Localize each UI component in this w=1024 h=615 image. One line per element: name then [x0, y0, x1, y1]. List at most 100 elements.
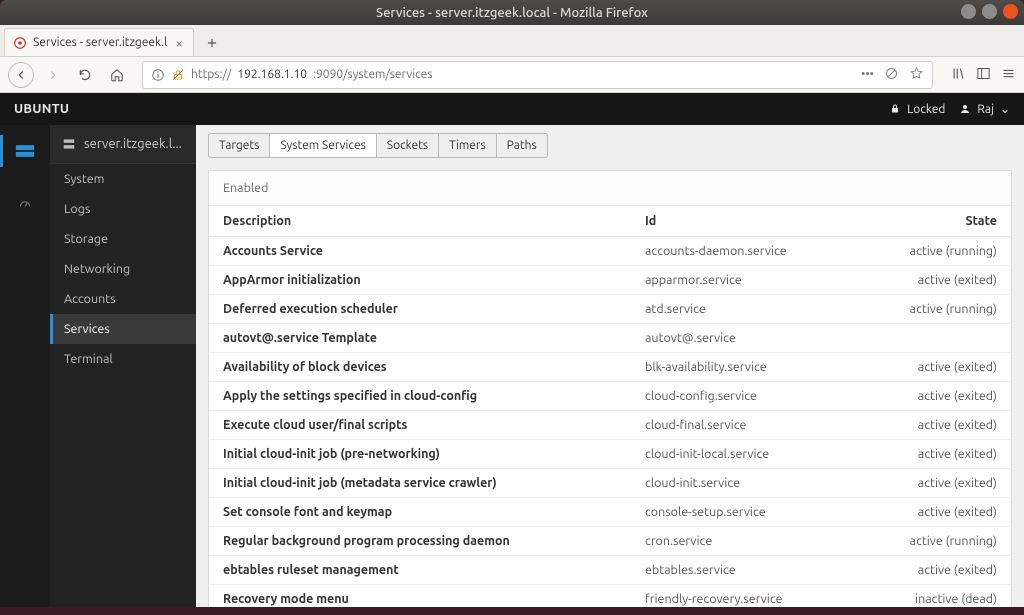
- th-description[interactable]: Description: [209, 206, 631, 237]
- service-state: active (exited): [891, 556, 1011, 585]
- service-id: autovt@.service: [631, 324, 891, 353]
- sidebar-host-label: server.itzgeek.l...: [84, 137, 182, 151]
- rail-dashboard-item[interactable]: [0, 187, 50, 219]
- service-type-tabs: TargetsSystem ServicesSocketsTimersPaths: [196, 125, 1024, 158]
- reload-button[interactable]: [72, 62, 98, 88]
- service-row[interactable]: Initial cloud-init job (pre-networking)c…: [209, 440, 1011, 469]
- sidebar-item-services[interactable]: Services: [50, 314, 196, 344]
- reader-mode-icon[interactable]: [884, 66, 899, 84]
- window-titlebar: Services - server.itzgeek.local - Mozill…: [0, 0, 1024, 25]
- service-row[interactable]: Recovery mode menufriendly-recovery.serv…: [209, 585, 1011, 608]
- home-button[interactable]: [104, 62, 130, 88]
- th-id[interactable]: Id: [631, 206, 891, 237]
- library-icon[interactable]: [951, 66, 966, 84]
- sidebar-item-system[interactable]: System: [50, 164, 196, 194]
- tab-sockets[interactable]: Sockets: [377, 133, 439, 158]
- host-server-icon: [62, 137, 76, 151]
- service-description: Apply the settings specified in cloud-co…: [209, 382, 631, 411]
- service-row[interactable]: Deferred execution scheduleratd.servicea…: [209, 295, 1011, 324]
- bookmark-star-icon[interactable]: [909, 66, 924, 84]
- service-description: autovt@.service Template: [209, 324, 631, 353]
- sidebar-item-accounts[interactable]: Accounts: [50, 284, 196, 314]
- service-description: ebtables ruleset management: [209, 556, 631, 585]
- service-row[interactable]: AppArmor initializationapparmor.servicea…: [209, 266, 1011, 295]
- service-row[interactable]: Apply the settings specified in cloud-co…: [209, 382, 1011, 411]
- service-id: cron.service: [631, 527, 891, 556]
- service-description: Recovery mode menu: [209, 585, 631, 608]
- window-minimize-button[interactable]: [961, 4, 976, 19]
- service-row[interactable]: Initial cloud-init job (metadata service…: [209, 469, 1011, 498]
- service-row[interactable]: Set console font and keymapconsole-setup…: [209, 498, 1011, 527]
- tab-paths[interactable]: Paths: [497, 133, 548, 158]
- service-row[interactable]: Accounts Serviceaccounts-daemon.servicea…: [209, 237, 1011, 266]
- service-description: AppArmor initialization: [209, 266, 631, 295]
- forward-button[interactable]: [40, 62, 66, 88]
- gauge-icon: [15, 196, 35, 210]
- service-row[interactable]: autovt@.service Templateautovt@.service: [209, 324, 1011, 353]
- service-state: active (exited): [891, 266, 1011, 295]
- user-icon: [959, 103, 971, 115]
- back-button[interactable]: [8, 62, 34, 88]
- sidebar-item-storage[interactable]: Storage: [50, 224, 196, 254]
- chevron-down-icon: ⌄: [1000, 102, 1010, 116]
- service-description: Initial cloud-init job (pre-networking): [209, 440, 631, 469]
- service-row[interactable]: Availability of block devicesblk-availab…: [209, 353, 1011, 382]
- service-description: Deferred execution scheduler: [209, 295, 631, 324]
- window-title: Services - server.itzgeek.local - Mozill…: [376, 6, 648, 20]
- url-bar[interactable]: https://192.168.1.10:9090/system/service…: [142, 61, 933, 89]
- th-state[interactable]: State: [891, 206, 1011, 237]
- service-row[interactable]: Regular background program processing da…: [209, 527, 1011, 556]
- sidebar-toggle-icon[interactable]: [976, 66, 991, 84]
- sidebar-item-networking[interactable]: Networking: [50, 254, 196, 284]
- tab-targets[interactable]: Targets: [208, 133, 270, 158]
- url-prefix: https://: [191, 68, 231, 81]
- service-state: active (running): [891, 237, 1011, 266]
- server-icon: [15, 144, 35, 158]
- service-id: ebtables.service: [631, 556, 891, 585]
- service-description: Regular background program processing da…: [209, 527, 631, 556]
- services-table: Description Id State Accounts Serviceacc…: [209, 206, 1011, 607]
- service-row[interactable]: Execute cloud user/final scriptscloud-fi…: [209, 411, 1011, 440]
- sidebar: server.itzgeek.l... SystemLogsStorageNet…: [50, 125, 196, 607]
- service-state: active (exited): [891, 469, 1011, 498]
- browser-tab-title: Services - server.itzgeek.l: [33, 36, 167, 49]
- service-description: Availability of block devices: [209, 353, 631, 382]
- url-suffix: :9090/system/services: [313, 68, 432, 81]
- lock-icon: [889, 103, 901, 115]
- window-maximize-button[interactable]: [982, 4, 997, 19]
- service-id: blk-availability.service: [631, 353, 891, 382]
- service-description: Execute cloud user/final scripts: [209, 411, 631, 440]
- service-state: active (exited): [891, 440, 1011, 469]
- page-actions-icon[interactable]: •••: [861, 68, 874, 81]
- tab-system-services[interactable]: System Services: [270, 133, 376, 158]
- tab-close-icon[interactable]: ×: [173, 35, 185, 51]
- window-close-button[interactable]: [1003, 4, 1018, 19]
- sidebar-item-logs[interactable]: Logs: [50, 194, 196, 224]
- sidebar-item-terminal[interactable]: Terminal: [50, 344, 196, 374]
- insecure-lock-icon: [171, 68, 185, 82]
- privilege-lock[interactable]: Locked: [889, 103, 945, 116]
- service-id: friendly-recovery.service: [631, 585, 891, 608]
- cockpit-topbar: UBUNTU Locked Raj ⌄: [0, 93, 1024, 125]
- sidebar-host-row[interactable]: server.itzgeek.l...: [50, 125, 196, 164]
- service-state: active (exited): [891, 498, 1011, 527]
- services-panel: Enabled Description Id State Accounts Se…: [208, 170, 1012, 607]
- service-row[interactable]: ebtables ruleset managementebtables.serv…: [209, 556, 1011, 585]
- content-panel: TargetsSystem ServicesSocketsTimersPaths…: [196, 125, 1024, 607]
- service-id: atd.service: [631, 295, 891, 324]
- services-section-header: Enabled: [209, 171, 1011, 206]
- new-tab-button[interactable]: [198, 30, 226, 56]
- window-buttons: [961, 4, 1018, 19]
- browser-tabstrip: Services - server.itzgeek.l ×: [0, 25, 1024, 57]
- service-state: active (exited): [891, 411, 1011, 440]
- service-state: active (running): [891, 527, 1011, 556]
- user-menu[interactable]: Raj ⌄: [959, 102, 1010, 116]
- hamburger-menu-icon[interactable]: [1001, 66, 1016, 84]
- rail-host-item[interactable]: [0, 135, 50, 167]
- cockpit-brand: UBUNTU: [0, 102, 83, 116]
- tab-timers[interactable]: Timers: [439, 133, 497, 158]
- info-icon[interactable]: [151, 68, 165, 82]
- browser-tab[interactable]: Services - server.itzgeek.l ×: [4, 28, 194, 56]
- service-state: active (exited): [891, 382, 1011, 411]
- service-id: cloud-init.service: [631, 469, 891, 498]
